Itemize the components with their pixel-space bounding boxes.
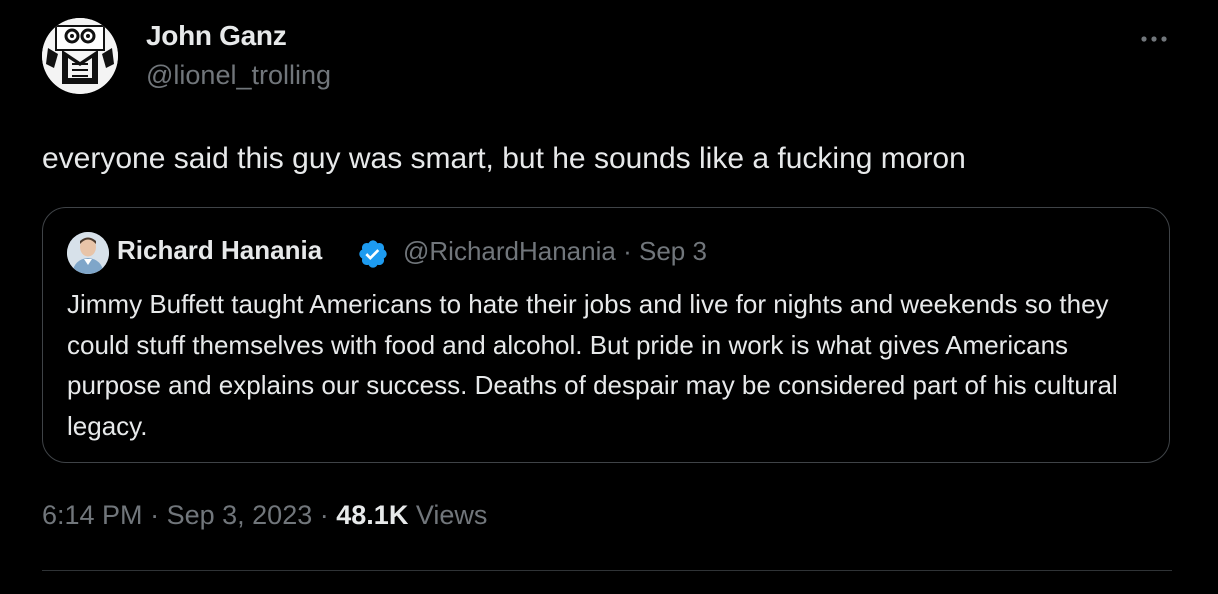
verified-badge <box>357 238 389 270</box>
meta-separator: · <box>150 500 160 530</box>
views-count[interactable]: 48.1K <box>336 500 408 530</box>
tweet-date[interactable]: Sep 3, 2023 <box>167 500 313 530</box>
author-name[interactable]: John Ganz <box>146 20 287 52</box>
author-handle[interactable]: @lionel_trolling <box>146 60 331 91</box>
person-avatar-icon <box>67 232 109 274</box>
author-avatar[interactable] <box>42 18 118 94</box>
quoted-author-avatar[interactable] <box>67 232 109 274</box>
divider <box>42 570 1172 571</box>
tweet-text: everyone said this guy was smart, but he… <box>42 142 966 175</box>
quoted-tweet-card[interactable]: Richard Hanania @RichardHanania · Sep 3 … <box>42 207 1170 463</box>
quoted-tweet-date[interactable]: Sep 3 <box>639 236 707 266</box>
quoted-author-meta: @RichardHanania · Sep 3 <box>403 236 707 267</box>
tweet-meta: 6:14 PM · Sep 3, 2023 · 48.1K Views <box>42 500 487 531</box>
quoted-tweet-text: Jimmy Buffett taught Americans to hate t… <box>67 289 1118 441</box>
verified-badge-icon <box>359 240 387 268</box>
meta-separator: · <box>623 236 632 266</box>
quoted-author-name[interactable]: Richard Hanania <box>117 235 322 266</box>
more-options-icon <box>1141 36 1167 42</box>
tweet-time[interactable]: 6:14 PM <box>42 500 143 530</box>
owl-emblem-icon <box>42 18 118 94</box>
more-options-button[interactable] <box>1132 24 1176 54</box>
meta-separator: · <box>319 500 329 530</box>
views-label: Views <box>415 500 488 530</box>
quoted-author-handle[interactable]: @RichardHanania <box>403 236 616 266</box>
